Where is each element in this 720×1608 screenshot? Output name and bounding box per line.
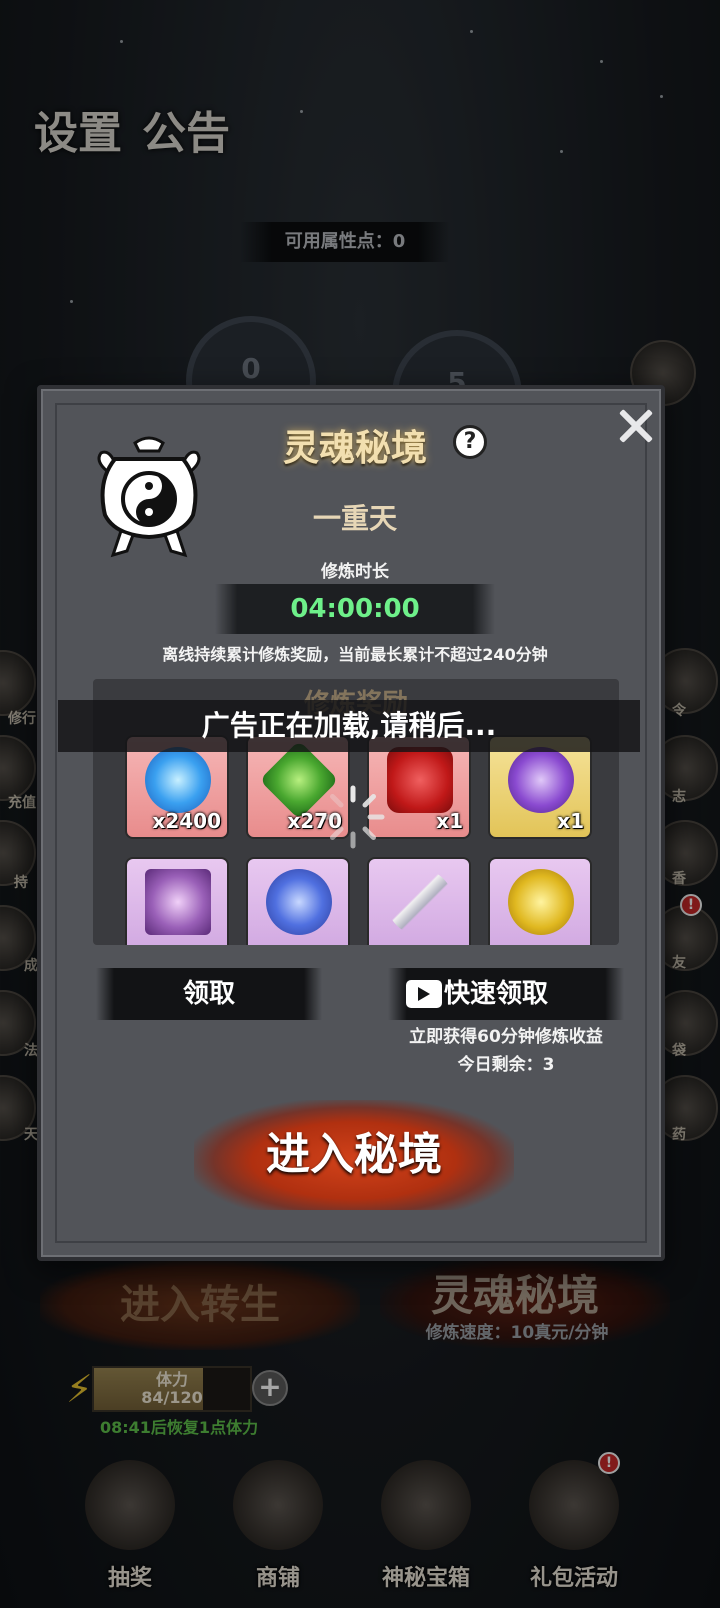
fast-claim-label: 快速领取: [444, 979, 549, 1009]
sapphire-ring-icon: [266, 869, 332, 935]
close-icon[interactable]: [615, 405, 655, 445]
golden-necklace-icon: [508, 869, 574, 935]
cultivation-timer: 04:00:00: [215, 584, 495, 634]
reward-qty: x1: [436, 809, 463, 833]
enter-realm-button[interactable]: 进入秘境: [194, 1100, 514, 1210]
claim-button[interactable]: 领取: [96, 968, 322, 1020]
reward-item[interactable]: [367, 857, 471, 945]
loading-spinner-icon: [321, 785, 385, 849]
purple-golden-axe-icon: [508, 747, 574, 813]
realm-name: 一重天: [312, 502, 397, 535]
cultivation-description: 离线持续累计修炼奖励，当前最长累计不超过240分钟: [162, 645, 548, 664]
dialog-title: 灵魂秘境: [282, 427, 427, 469]
reward-item[interactable]: [246, 857, 350, 945]
help-icon[interactable]: ?: [453, 425, 487, 459]
fast-claim-remaining: 今日剩余：3: [457, 1055, 555, 1075]
video-icon: [406, 980, 442, 1008]
red-puzzle-piece-icon: [387, 747, 453, 813]
reward-qty: x1: [557, 809, 584, 833]
fast-claim-description: 立即获得60分钟修炼收益: [409, 1027, 603, 1047]
spellbook-orb-icon: [145, 869, 211, 935]
ad-loading-toast: 广告正在加载,请稍后...: [58, 700, 640, 752]
reward-qty: x2400: [152, 809, 221, 833]
sword-icon: [387, 869, 453, 935]
cultivation-time-label: 修炼时长: [321, 562, 389, 582]
reward-item[interactable]: [488, 857, 592, 945]
blue-flame-orb-icon: [145, 747, 211, 813]
fast-claim-button[interactable]: 快速领取: [388, 968, 624, 1020]
reward-item[interactable]: [125, 857, 229, 945]
